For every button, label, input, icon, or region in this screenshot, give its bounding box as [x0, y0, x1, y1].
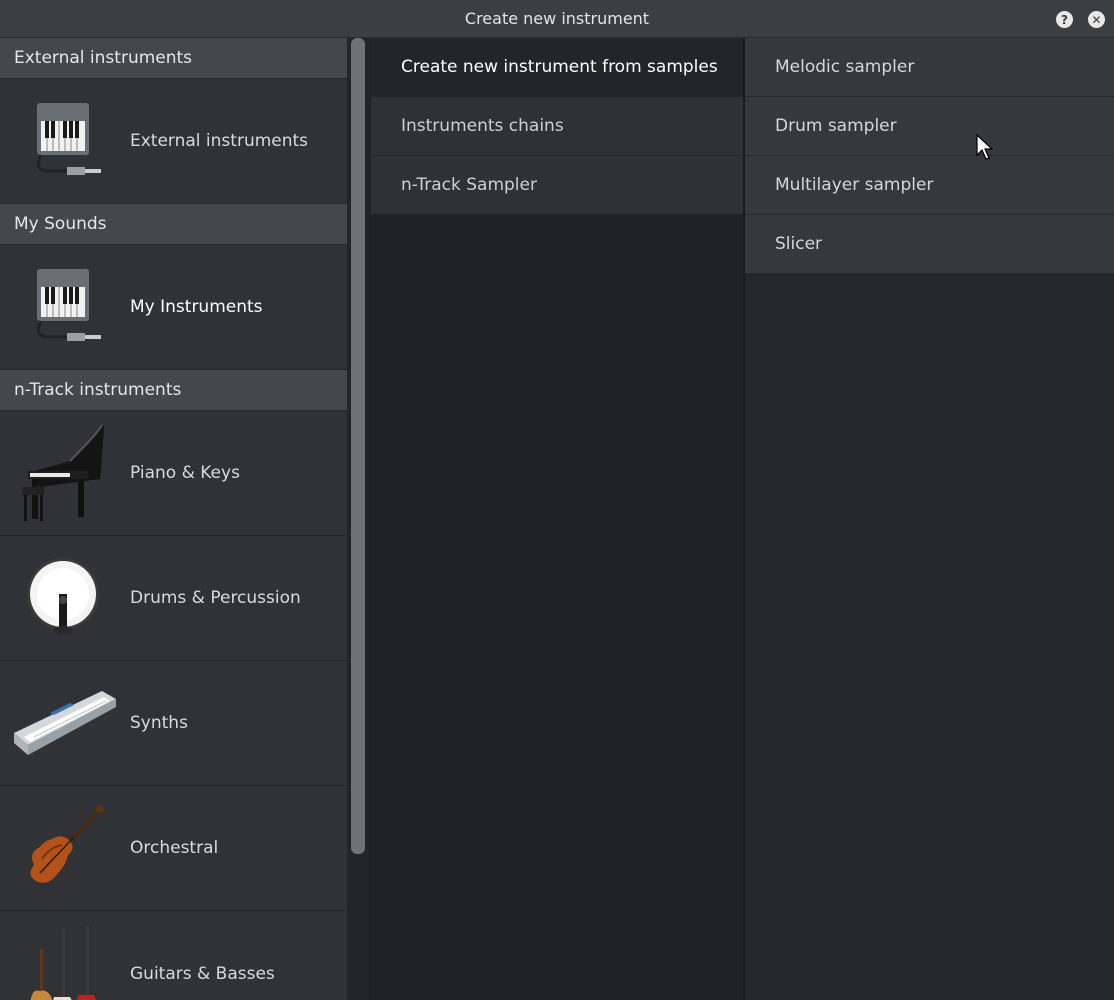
- window-titlebar: Create new instrument ? ✕: [0, 0, 1114, 38]
- sampler-type-list: Melodic sampler Drum sampler Multilayer …: [745, 38, 1114, 1000]
- category-list: External instruments External instrument…: [0, 38, 347, 1000]
- piano-plug-icon: [0, 79, 130, 204]
- category-label: Drums & Percussion: [130, 588, 301, 608]
- category-label: Guitars & Basses: [130, 963, 275, 984]
- sampler-item-multilayer[interactable]: Multilayer sampler: [745, 156, 1114, 215]
- synth-keyboard-icon: [0, 661, 130, 786]
- mouse-cursor-icon: [976, 133, 996, 166]
- bass-drum-icon: [0, 536, 130, 661]
- window-title: Create new instrument: [464, 9, 650, 28]
- category-label: Orchestral: [130, 838, 219, 858]
- close-icon[interactable]: ✕: [1088, 11, 1105, 28]
- category-guitars-basses[interactable]: Guitars & Basses: [0, 911, 347, 1000]
- help-icon[interactable]: ?: [1056, 11, 1073, 28]
- category-label: Synths: [130, 713, 188, 733]
- source-item-instruments-chains[interactable]: Instruments chains: [371, 97, 743, 156]
- category-orchestral[interactable]: Orchestral: [0, 786, 347, 911]
- violin-icon: [0, 786, 130, 911]
- sidebar-scrollbar-thumb[interactable]: [351, 38, 365, 854]
- guitars-icon: [0, 911, 130, 1000]
- category-drums-percussion[interactable]: Drums & Percussion: [0, 536, 347, 661]
- section-header-external: External instruments: [0, 38, 347, 79]
- sampler-item-melodic[interactable]: Melodic sampler: [745, 38, 1114, 97]
- sampler-item-drum[interactable]: Drum sampler: [745, 97, 1114, 156]
- category-my-instruments[interactable]: My Instruments: [0, 245, 347, 370]
- category-external-instruments[interactable]: External instruments: [0, 79, 347, 204]
- source-list: Create new instrument from samples Instr…: [371, 38, 743, 1000]
- piano-plug-icon: [0, 245, 130, 370]
- section-header-ntrack: n-Track instruments: [0, 370, 347, 411]
- category-label: Piano & Keys: [130, 463, 240, 483]
- source-item-create-from-samples[interactable]: Create new instrument from samples: [371, 38, 743, 97]
- sampler-item-slicer[interactable]: Slicer: [745, 215, 1114, 274]
- source-item-ntrack-sampler[interactable]: n-Track Sampler: [371, 156, 743, 215]
- section-header-my-sounds: My Sounds: [0, 204, 347, 245]
- grand-piano-icon: [0, 411, 130, 536]
- category-label: My Instruments: [130, 297, 263, 317]
- category-synths[interactable]: Synths: [0, 661, 347, 786]
- category-label: External instruments: [130, 131, 309, 151]
- category-piano-keys[interactable]: Piano & Keys: [0, 411, 347, 536]
